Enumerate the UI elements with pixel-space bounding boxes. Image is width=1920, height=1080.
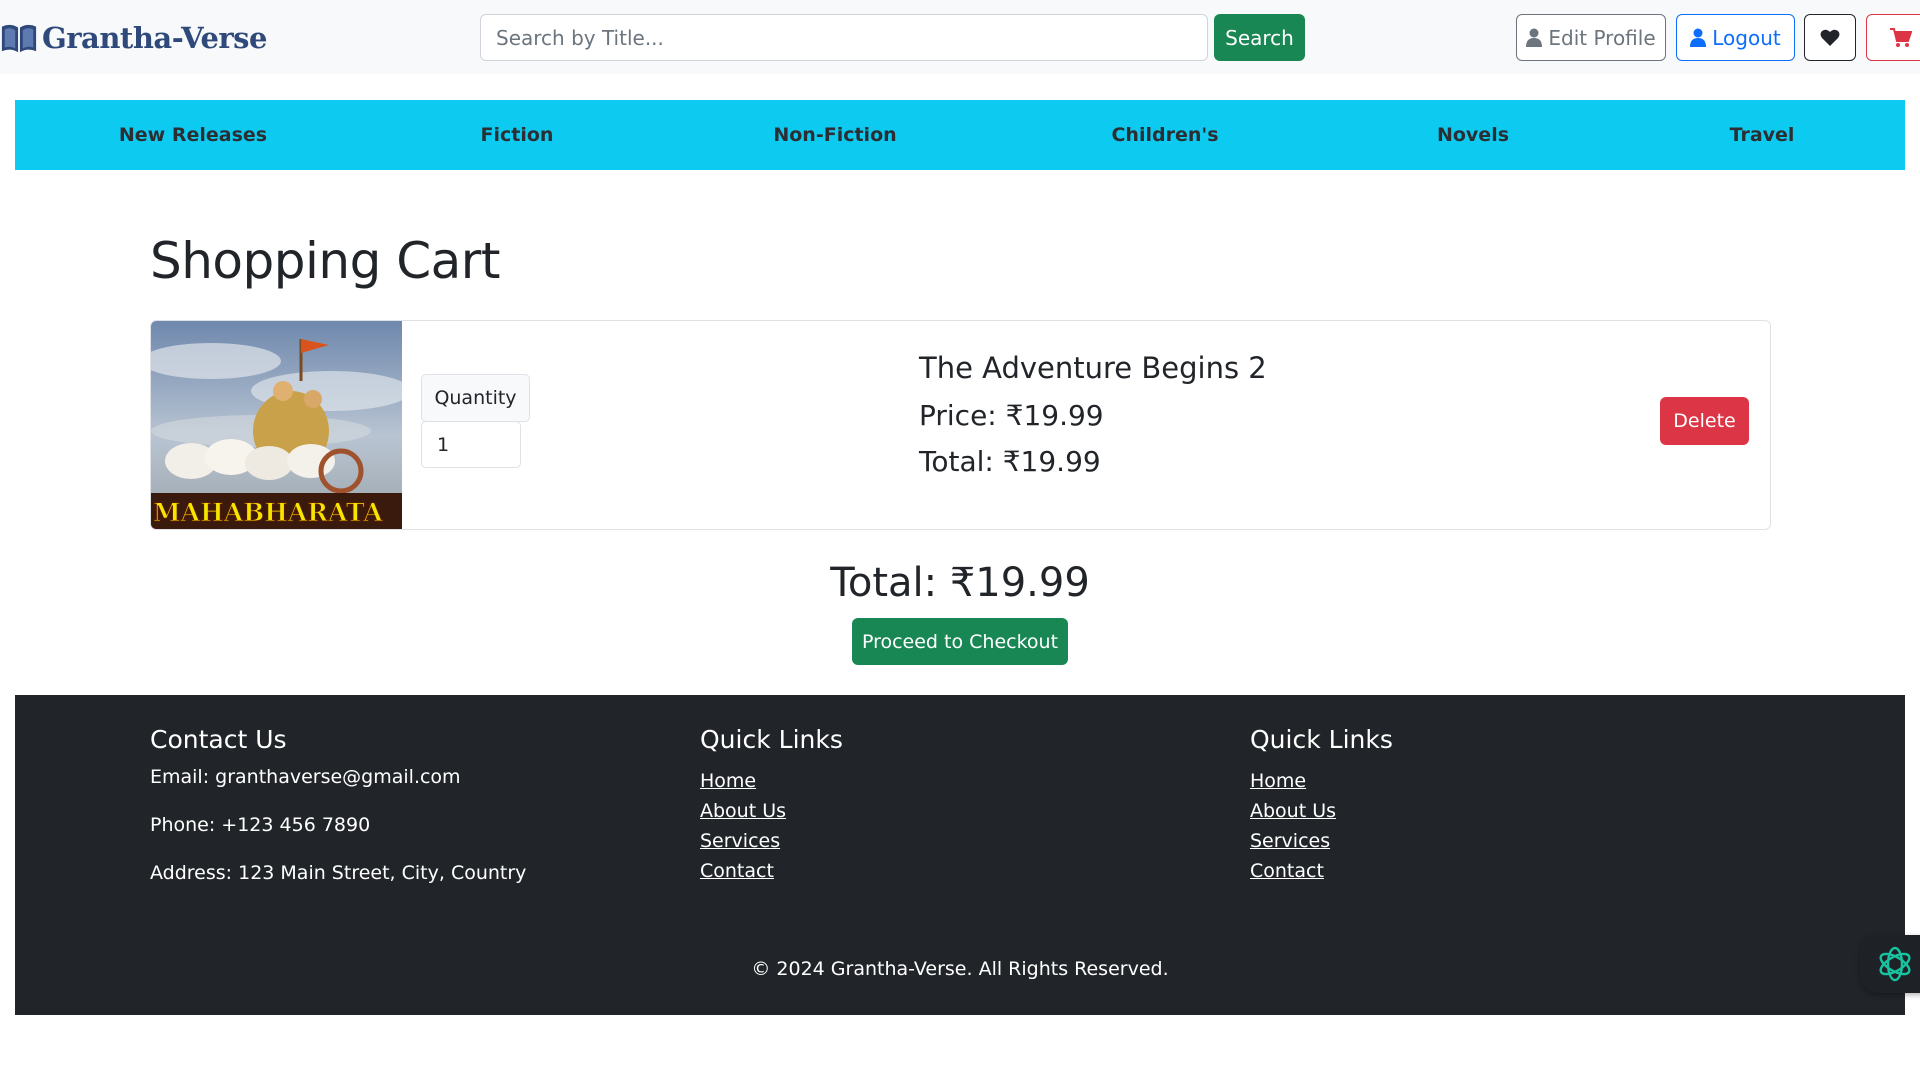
footer-link-services[interactable]: Services [700,826,843,856]
checkout-button[interactable]: Proceed to Checkout [852,618,1068,665]
item-total: Total: ₹19.99 [919,445,1101,478]
cart-icon [1890,27,1912,47]
footer-link-home[interactable]: Home [700,766,843,796]
footer-phone: Phone: +123 456 7890 [150,814,371,836]
search-button[interactable]: Search [1214,14,1305,61]
book-price: Price: ₹19.99 [919,399,1104,432]
nav-non-fiction[interactable]: Non-Fiction [773,100,896,170]
nav-new-releases[interactable]: New Releases [119,100,267,170]
nav-childrens[interactable]: Children's [1111,100,1218,170]
footer-address: Address: 123 Main Street, City, Country [150,862,527,884]
footer-link-services[interactable]: Services [1250,826,1393,856]
book-cover-image: MAHABHARATA [151,321,402,529]
brand-name: Grantha-Verse [42,21,267,55]
cart-item-card: MAHABHARATA Quantity The Adventure Begin… [150,320,1771,530]
page-title: Shopping Cart [150,232,500,290]
quantity-label: Quantity [421,374,530,422]
heart-icon [1820,29,1840,46]
logout-label: Logout [1712,25,1781,50]
assistant-icon [1879,946,1911,982]
user-icon [1526,28,1543,47]
book-icon [1,24,37,53]
category-nav: New Releases Fiction Non-Fiction Childre… [15,100,1905,170]
footer-link-about[interactable]: About Us [1250,796,1393,826]
nav-fiction[interactable]: Fiction [481,100,554,170]
footer-email: Email: granthaverse@gmail.com [150,766,461,788]
footer-quick-links-heading: Quick Links [700,725,843,754]
wishlist-button[interactable] [1804,14,1856,61]
logout-button[interactable]: Logout [1676,14,1795,61]
quantity-input[interactable] [421,421,521,468]
footer-link-home[interactable]: Home [1250,766,1393,796]
ai-assistant-button[interactable] [1860,935,1920,993]
footer-link-about[interactable]: About Us [700,796,843,826]
brand-logo[interactable]: Grantha-Verse [0,18,267,58]
footer-link-contact[interactable]: Contact [700,856,843,886]
top-header: Grantha-Verse Search Edit Profile Logout [0,0,1920,74]
nav-travel[interactable]: Travel [1730,100,1795,170]
footer-quick-links-1: Quick Links Home About Us Services Conta… [700,725,843,886]
footer-contact-heading: Contact Us [150,725,287,754]
edit-profile-button[interactable]: Edit Profile [1516,14,1666,61]
site-footer: Contact Us Email: granthaverse@gmail.com… [15,695,1905,1015]
book-title: The Adventure Begins 2 [919,351,1267,385]
search-input[interactable] [480,14,1208,61]
footer-copyright: © 2024 Grantha-Verse. All Rights Reserve… [751,958,1169,980]
footer-contact: Contact Us Email: granthaverse@gmail.com… [150,725,526,910]
book-cover-title: MAHABHARATA [153,498,383,527]
nav-novels[interactable]: Novels [1437,100,1509,170]
cart-grand-total: Total: ₹19.99 [830,560,1090,606]
cart-button[interactable] [1866,14,1920,61]
user-icon [1690,28,1707,47]
footer-link-contact[interactable]: Contact [1250,856,1393,886]
footer-quick-links-2: Quick Links Home About Us Services Conta… [1250,725,1393,886]
footer-quick-links-heading: Quick Links [1250,725,1393,754]
edit-profile-label: Edit Profile [1548,25,1656,50]
delete-button[interactable]: Delete [1660,397,1749,445]
